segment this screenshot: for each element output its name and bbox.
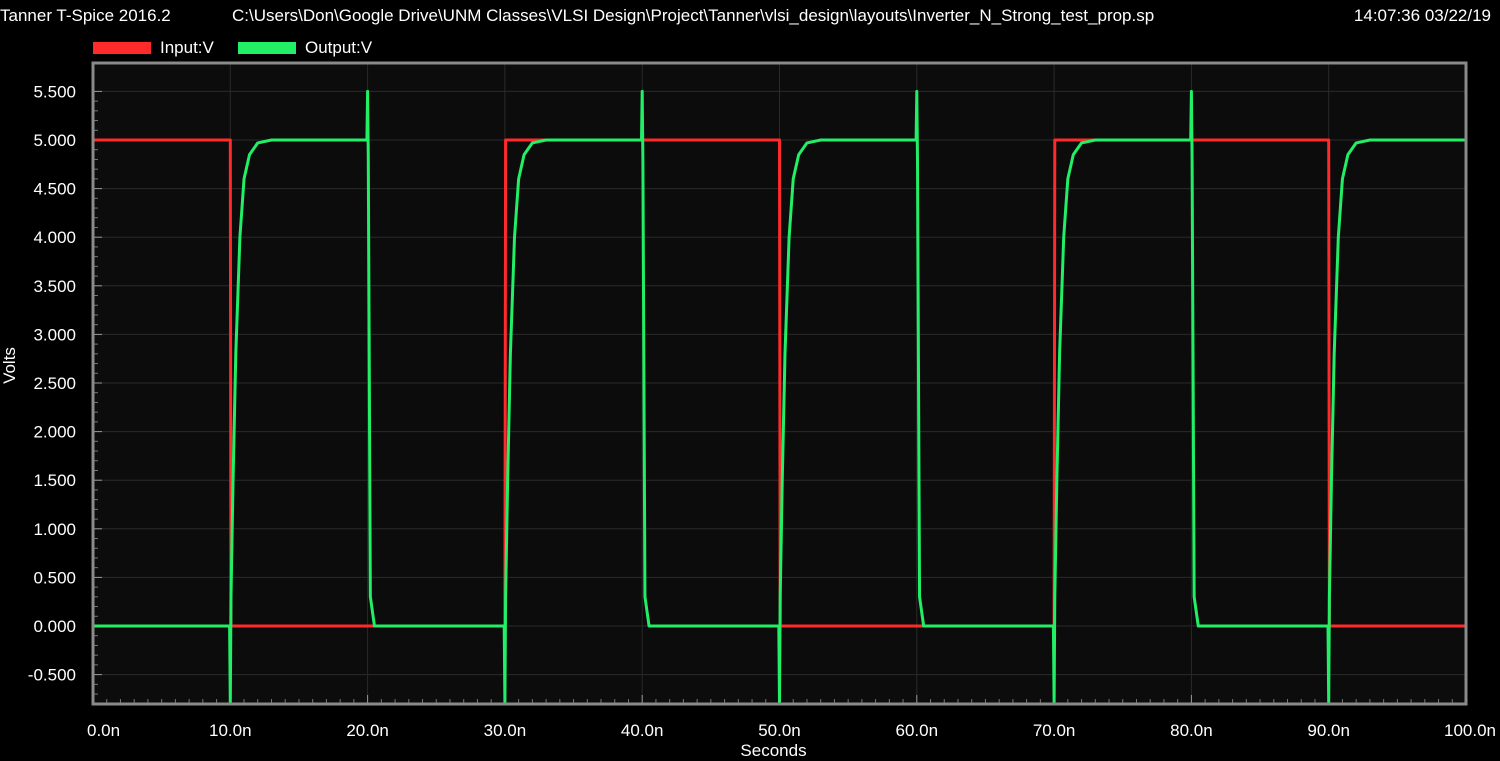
- x-tick-label: 100.0n: [1444, 721, 1496, 740]
- y-tick-label: 0.000: [33, 617, 76, 636]
- y-tick-label: 3.500: [33, 277, 76, 296]
- x-tick-label: 20.0n: [346, 721, 389, 740]
- tspice-waveform-window: Tanner T-Spice 2016.2 C:\Users\Don\Googl…: [0, 0, 1500, 761]
- x-tick-label: 30.0n: [484, 721, 527, 740]
- x-tick-label: 70.0n: [1033, 721, 1076, 740]
- x-tick-label: 40.0n: [621, 721, 664, 740]
- x-tick-label: 90.0n: [1307, 721, 1350, 740]
- y-tick-label: 4.500: [33, 180, 76, 199]
- y-tick-label: 1.000: [33, 520, 76, 539]
- x-tick-label: 60.0n: [896, 721, 939, 740]
- x-tick-label: 80.0n: [1170, 721, 1213, 740]
- x-tick-label: 0.0n: [87, 721, 120, 740]
- x-axis-title: Seconds: [740, 741, 806, 760]
- waveform-chart[interactable]: 5.500 5.000 4.500 4.000 3.500 3.000 2.500 2.000…: [0, 0, 1500, 761]
- x-tick-label: 50.0n: [758, 721, 801, 740]
- y-tick-label: 1.500: [33, 471, 76, 490]
- y-tick-label: 0.500: [33, 568, 76, 587]
- y-axis-title: Volts: [0, 347, 19, 384]
- y-tick-label: 4.000: [33, 228, 76, 247]
- y-tick-label: 3.000: [33, 325, 76, 344]
- x-tick-label: 10.0n: [209, 721, 252, 740]
- y-tick-label: 2.500: [33, 374, 76, 393]
- y-tick-label: -0.500: [28, 666, 76, 685]
- y-tick-label: 5.000: [33, 131, 76, 150]
- y-tick-label: 5.500: [33, 82, 76, 101]
- y-tick-label: 2.000: [33, 423, 76, 442]
